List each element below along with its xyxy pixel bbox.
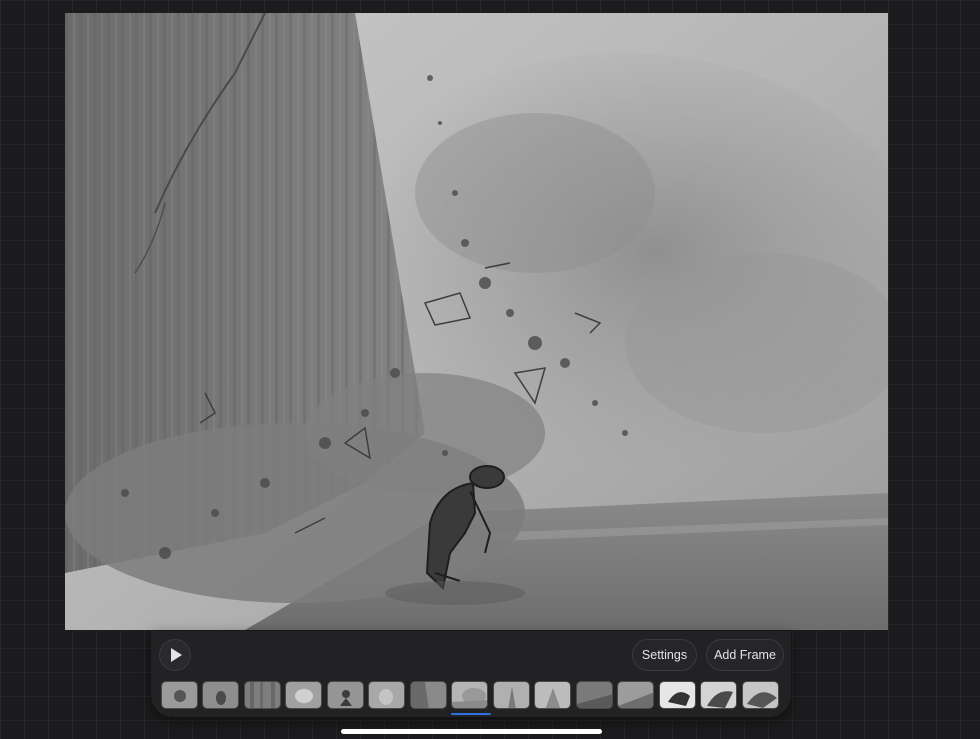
- frame-thumbnail[interactable]: [161, 681, 198, 709]
- frame-thumbnail[interactable]: [285, 681, 322, 709]
- artwork-painting: [65, 13, 888, 630]
- animation-timeline: Settings Add Frame: [151, 631, 791, 717]
- settings-button[interactable]: Settings: [632, 639, 697, 671]
- frame-thumbnail[interactable]: [617, 681, 654, 709]
- frame-thumbnail[interactable]: [742, 681, 779, 709]
- frame-thumbnail[interactable]: [410, 681, 447, 709]
- frame-thumbnail[interactable]: [659, 681, 696, 709]
- add-frame-button[interactable]: Add Frame: [706, 639, 784, 671]
- play-button[interactable]: [159, 639, 191, 671]
- frame-thumbnail[interactable]: [700, 681, 737, 709]
- frame-thumbnail[interactable]: [202, 681, 239, 709]
- frame-thumbnail[interactable]: [493, 681, 530, 709]
- frame-strip: [161, 681, 783, 715]
- play-icon: [171, 648, 182, 662]
- frame-thumbnail-selected[interactable]: [451, 681, 488, 709]
- artwork-canvas[interactable]: [65, 13, 888, 630]
- frame-thumbnail[interactable]: [368, 681, 405, 709]
- frame-thumbnail[interactable]: [244, 681, 281, 709]
- frame-thumbnail[interactable]: [576, 681, 613, 709]
- selected-frame-indicator: [451, 713, 491, 715]
- frame-thumbnail[interactable]: [327, 681, 364, 709]
- home-indicator[interactable]: [341, 729, 602, 734]
- frame-thumbnail[interactable]: [534, 681, 571, 709]
